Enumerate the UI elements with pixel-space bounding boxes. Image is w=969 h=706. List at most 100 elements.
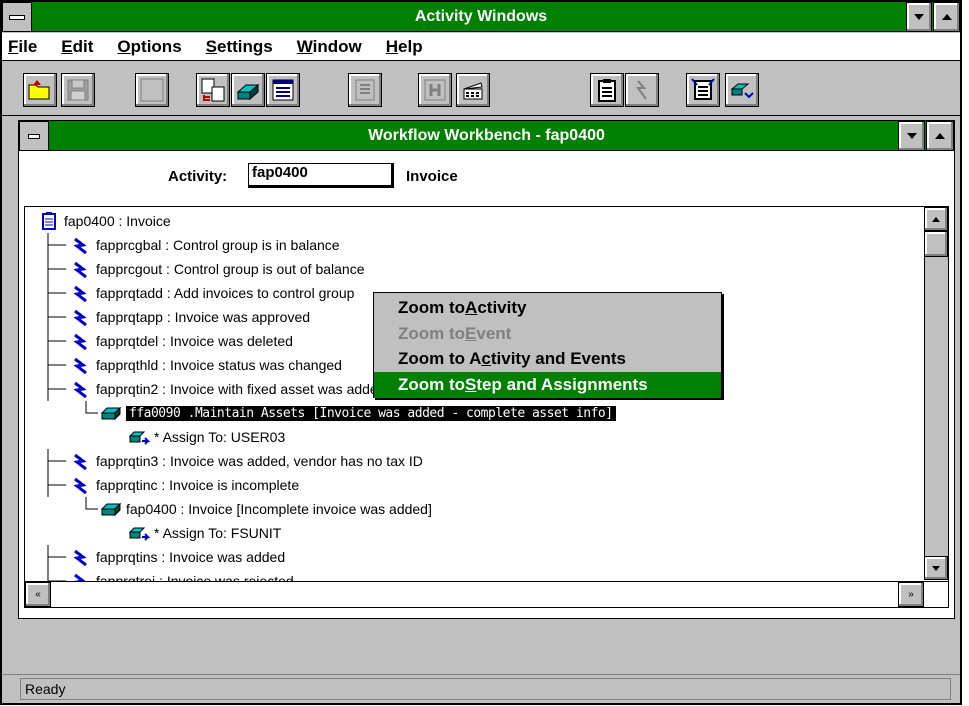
app-titlebar: Activity Windows	[2, 2, 960, 32]
tree-row[interactable]: * Assign To: FSUNIT	[128, 521, 281, 545]
tree-row-text: fapprcgbal : Control group is in balance	[96, 237, 340, 253]
tree-row[interactable]: fapprqtins : Invoice was added	[47, 545, 286, 569]
menu-edit[interactable]: Edit	[61, 37, 93, 57]
assign-doc-icon[interactable]	[686, 73, 720, 107]
disabled-script-icon[interactable]	[348, 73, 382, 107]
tree-row-text: * Assign To: USER03	[154, 429, 286, 445]
tree-row-text: fapprqtinc : Invoice is incomplete	[96, 477, 300, 493]
open-folder-icon[interactable]	[23, 73, 57, 107]
scroll-thumb[interactable]	[924, 231, 948, 257]
list-icon[interactable]	[266, 73, 300, 107]
menu-zoom-activity-events-post: tivity and Events	[490, 349, 626, 368]
tree-row[interactable]: fapprqtin2 : Invoice with fixed asset wa…	[47, 377, 386, 401]
clipboard-doc-icon[interactable]	[590, 73, 624, 107]
tree-row[interactable]: fapprqtadd : Add invoices to control gro…	[47, 281, 354, 305]
menu-zoom-activity-ul: A	[465, 298, 478, 317]
child-maximize-button[interactable]	[926, 121, 954, 151]
menu-settings[interactable]: Settings	[206, 37, 273, 57]
app-title: Activity Windows	[414, 7, 548, 25]
activity-label: Activity:	[168, 168, 228, 185]
tree-connector	[36, 353, 70, 377]
clapper-icon[interactable]	[456, 73, 490, 107]
tree-row-text: fapprqthld : Invoice status was changed	[96, 357, 342, 373]
menu-zoom-event-ul: E	[465, 324, 477, 343]
menu-window[interactable]: Window	[297, 37, 362, 57]
event-bolt-icon	[70, 380, 92, 398]
menu-zoom-activity-events-ul: c	[481, 349, 491, 368]
activity-input[interactable]: fap0400	[248, 163, 394, 188]
maximize-icon	[941, 14, 952, 20]
scroll-down-button[interactable]	[924, 556, 948, 580]
child-system-menu-icon[interactable]	[19, 121, 49, 151]
scroll-left-button[interactable]: «	[25, 582, 51, 607]
tree-row-text: fapprqtin2 : Invoice with fixed asset wa…	[96, 381, 386, 397]
system-menu-icon[interactable]	[2, 2, 32, 32]
menu-options[interactable]: Options	[117, 37, 181, 57]
tree-row[interactable]: ffa0090 .Maintain Assets [Invoice was ad…	[85, 401, 616, 425]
activity-tree-icon[interactable]	[196, 73, 230, 107]
tree-connector	[36, 281, 70, 305]
event-bolt-icon	[70, 260, 92, 278]
event-bolt-icon	[70, 548, 92, 566]
blank-window-icon[interactable]	[135, 73, 169, 107]
tree-row-text: fapprqtins : Invoice was added	[96, 549, 286, 565]
tree-row-text: fapprqtapp : Invoice was approved	[96, 309, 311, 325]
tree-row[interactable]: fapprqtin3 : Invoice was added, vendor h…	[47, 449, 423, 473]
menu-zoom-step-assignments-ul: S	[465, 375, 477, 394]
tree-row[interactable]: fapprqtdel : Invoice was deleted	[47, 329, 293, 353]
disabled-h-icon[interactable]	[418, 73, 452, 107]
menu-zoom-step-assignments[interactable]: Zoom to Step and Assignments	[374, 372, 721, 398]
menu-zoom-activity-events-pre: Zoom to A	[398, 349, 482, 368]
assign-step-icon[interactable]	[725, 73, 759, 107]
event-bolt-icon	[70, 308, 92, 326]
menu-zoom-activity[interactable]: Zoom to Activity	[374, 295, 721, 321]
menu-zoom-activity-post: ctivity	[477, 298, 527, 317]
status-text: Ready	[25, 681, 66, 697]
scroll-up-icon	[932, 216, 940, 222]
menu-zoom-event[interactable]: Zoom to Event	[374, 321, 721, 347]
tree-row-text: fapprqtdel : Invoice was deleted	[96, 333, 293, 349]
tree-row-text: * Assign To: FSUNIT	[154, 525, 282, 541]
menu-zoom-activity-events[interactable]: Zoom to Ac tivity and Events	[374, 346, 721, 372]
tree-connector	[36, 233, 70, 257]
child-minimize-button[interactable]	[898, 121, 925, 151]
tree-connector	[36, 545, 70, 569]
menu-zoom-activity-pre: Zoom to	[398, 298, 466, 317]
menu-file[interactable]: File	[8, 37, 37, 57]
horizontal-scrollbar[interactable]	[25, 581, 948, 607]
menu-zoom-event-pre: Zoom to	[398, 324, 466, 343]
tree-row-text: fap0400 : Invoice [Incomplete invoice wa…	[126, 501, 432, 517]
minimize-button[interactable]	[906, 2, 932, 32]
tree-connector	[36, 329, 70, 353]
step-icon[interactable]	[231, 73, 265, 107]
tree-row[interactable]: fapprqthld : Invoice status was changed	[47, 353, 342, 377]
scroll-up-button[interactable]	[924, 207, 948, 231]
maximize-button[interactable]	[933, 2, 960, 32]
tree-row-text: fapprcgout : Control group is out of bal…	[96, 261, 365, 277]
tree-row[interactable]: fap0400 : Invoice [Incomplete invoice wa…	[85, 497, 432, 521]
save-disk-icon[interactable]	[61, 73, 95, 107]
tree-connector	[78, 401, 100, 425]
event-bolt-icon	[70, 452, 92, 470]
tree-connector	[78, 497, 100, 521]
child-minimize-icon	[906, 133, 917, 139]
workbench-title: Workflow Workbench - fap0400	[368, 126, 605, 144]
workbench-titlebar: Workflow Workbench - fap0400	[19, 121, 954, 151]
tree-row[interactable]: fapprqtinc : Invoice is incomplete	[47, 473, 300, 497]
event-bolt-icon[interactable]	[625, 73, 659, 107]
scroll-right-button[interactable]: »	[898, 582, 924, 607]
vertical-scrollbar[interactable]	[924, 207, 948, 580]
step-icon	[100, 500, 122, 518]
menu-help[interactable]: Help	[386, 37, 423, 57]
tree-row[interactable]: fapprcgout : Control group is out of bal…	[47, 257, 365, 281]
tree-connector	[36, 257, 70, 281]
menu-zoom-step-assignments-post: tep and Assignments	[476, 375, 648, 394]
event-bolt-icon	[70, 236, 92, 254]
tree-root[interactable]: fap0400 : Invoice	[38, 209, 171, 233]
tree-row[interactable]: * Assign To: USER03	[128, 425, 285, 449]
minimize-icon	[914, 14, 924, 20]
assignment-icon	[128, 524, 150, 542]
tree-row[interactable]: fapprqtapp : Invoice was approved	[47, 305, 311, 329]
scroll-right-icon: »	[908, 589, 914, 600]
tree-row[interactable]: fapprcgbal : Control group is in balance	[47, 233, 340, 257]
